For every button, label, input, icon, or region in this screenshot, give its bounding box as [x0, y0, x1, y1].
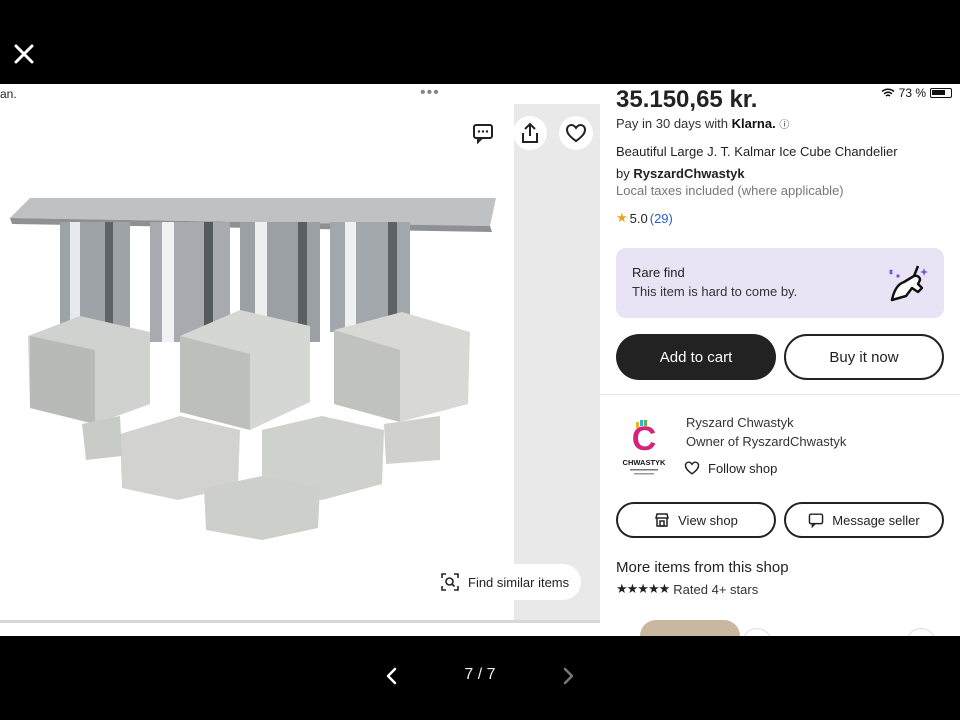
- screenshot-content: an. ••• Find similar items 73 % 35.150,6…: [0, 84, 960, 636]
- share-icon[interactable]: [513, 116, 547, 150]
- favorite-button-partial[interactable]: [742, 628, 772, 636]
- chat-icon[interactable]: [466, 116, 500, 150]
- rare-find-banner: Rare find This item is hard to come by.: [616, 248, 944, 318]
- listing-title: Beautiful Large J. T. Kalmar Ice Cube Ch…: [616, 144, 898, 159]
- image-side-strip: [514, 104, 600, 620]
- truncated-text: an.: [0, 87, 17, 101]
- unicorn-icon: [889, 265, 928, 302]
- taxes-note: Local taxes included (where applicable): [616, 183, 844, 198]
- shop-logo[interactable]: C CHWASTYK: [616, 414, 672, 478]
- shop-owner-role: Owner of RyszardChwastyk: [686, 434, 847, 449]
- more-items-title: More items from this shop: [616, 559, 789, 576]
- five-stars-icon: ★★★★★: [616, 581, 670, 596]
- viewer-top-bar: [0, 0, 960, 84]
- message-icon: [809, 513, 824, 528]
- visual-search-icon: [441, 573, 459, 591]
- message-seller-button[interactable]: Message seller: [784, 502, 944, 538]
- review-count[interactable]: (29): [650, 211, 673, 226]
- view-shop-label: View shop: [678, 512, 738, 528]
- shop-byline: by RyszardChwastyk: [616, 166, 745, 181]
- star-icon: ★: [616, 210, 628, 225]
- more-item-thumbnail[interactable]: [640, 620, 740, 636]
- rating-value: 5.0: [629, 210, 648, 226]
- favorite-button-partial-2[interactable]: [906, 628, 936, 636]
- battery-percent: 73 %: [898, 86, 926, 100]
- image-scroll-indicator: [0, 620, 600, 623]
- status-bar: 73 %: [881, 86, 952, 100]
- wifi-icon: [881, 88, 895, 97]
- heart-outline-icon: [684, 461, 700, 475]
- follow-shop-button[interactable]: Follow shop: [684, 460, 777, 476]
- divider: [600, 394, 960, 395]
- shop-owner-name: Ryszard Chwastyk: [686, 415, 794, 430]
- find-similar-button[interactable]: Find similar items: [428, 564, 582, 600]
- message-seller-label: Message seller: [832, 512, 920, 528]
- rare-find-title: Rare find: [632, 265, 685, 280]
- chevron-right-icon[interactable]: [556, 664, 580, 688]
- product-image[interactable]: [0, 104, 514, 620]
- rating[interactable]: ★ 5.0 (29): [616, 210, 673, 226]
- shop-logo-text: CHWASTYK: [623, 458, 667, 467]
- image-pane: an. ••• Find similar items: [0, 84, 600, 636]
- buy-it-now-button[interactable]: Buy it now: [784, 334, 944, 380]
- add-to-cart-button[interactable]: Add to cart: [616, 334, 776, 380]
- chevron-left-icon[interactable]: [380, 664, 404, 688]
- price: 35.150,65 kr.: [616, 86, 758, 113]
- listing-pane: 73 % 35.150,65 kr. Pay in 30 days with K…: [600, 84, 960, 636]
- battery-icon: [930, 88, 952, 98]
- find-similar-label: Find similar items: [468, 574, 570, 590]
- rating-filter: ★★★★★ Rated 4+ stars: [616, 581, 758, 597]
- by-prefix: by: [616, 166, 630, 181]
- klarna-prefix: Pay in 30 days with: [616, 116, 729, 131]
- heart-icon[interactable]: [559, 116, 593, 150]
- image-counter: 7 / 7: [464, 666, 496, 683]
- storefront-icon: [655, 513, 670, 527]
- shop-link[interactable]: RyszardChwastyk: [633, 166, 744, 181]
- more-dots-icon[interactable]: •••: [420, 84, 440, 102]
- info-icon[interactable]: ⓘ: [779, 120, 789, 131]
- follow-shop-label: Follow shop: [708, 460, 778, 476]
- rating-filter-label: Rated 4+ stars: [673, 581, 759, 597]
- close-icon[interactable]: [10, 40, 38, 68]
- klarna-line: Pay in 30 days with Klarna. ⓘ: [616, 116, 789, 131]
- view-shop-button[interactable]: View shop: [616, 502, 776, 538]
- rare-find-subtitle: This item is hard to come by.: [632, 284, 798, 299]
- klarna-brand: Klarna.: [731, 116, 776, 131]
